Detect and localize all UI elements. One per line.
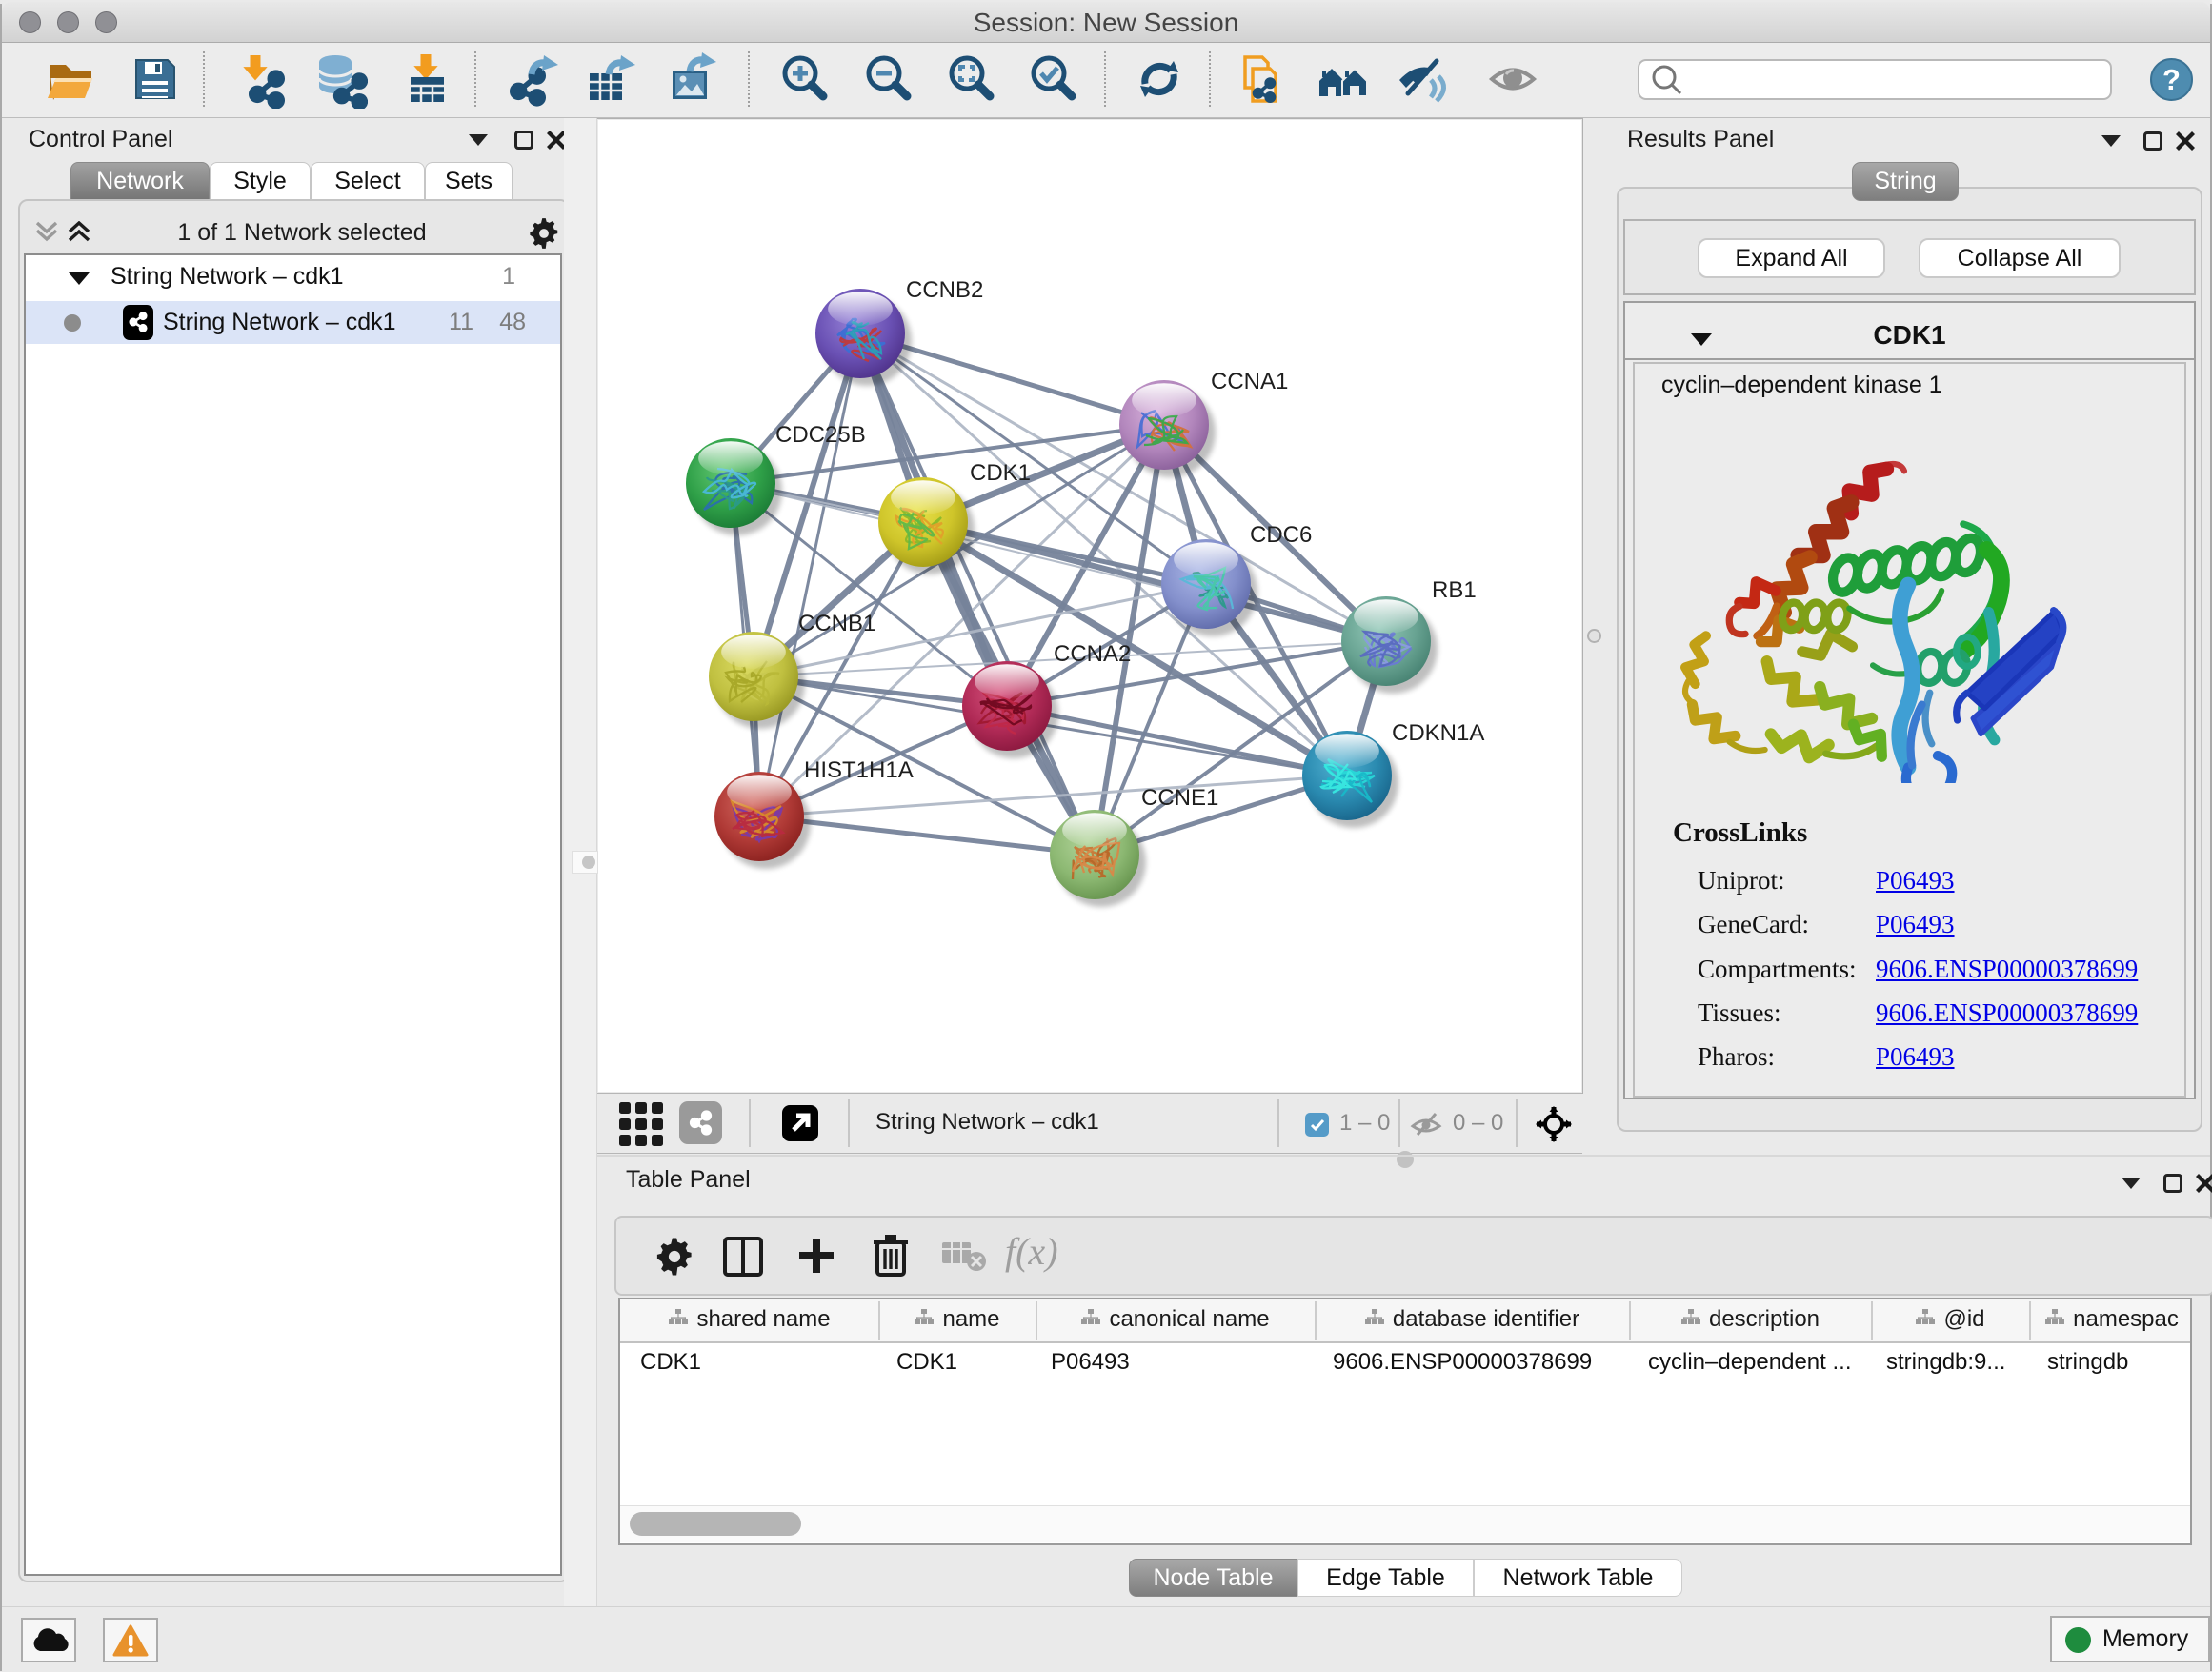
svg-text:CCNE1: CCNE1 [1141,785,1218,811]
svg-text:CCNB2: CCNB2 [906,277,983,303]
svg-text:CDC6: CDC6 [1250,522,1312,548]
svg-text:CDK1: CDK1 [970,460,1031,486]
svg-text:CDC25B: CDC25B [775,422,866,448]
svg-text:CDKN1A: CDKN1A [1392,720,1484,746]
svg-text:CCNB1: CCNB1 [798,611,875,636]
svg-text:RB1: RB1 [1432,577,1477,603]
svg-text:CCNA1: CCNA1 [1211,369,1288,394]
svg-text:CCNA2: CCNA2 [1054,641,1131,667]
svg-text:HIST1H1A: HIST1H1A [804,757,914,783]
